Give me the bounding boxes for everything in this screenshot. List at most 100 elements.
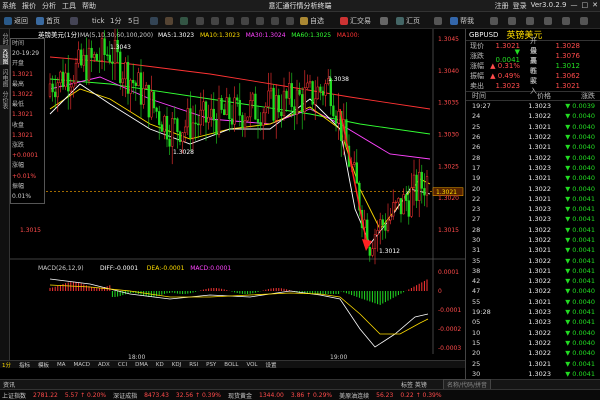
indicator-tab[interactable]: 指标 — [19, 361, 30, 369]
tick-price: 1.3022 — [528, 338, 551, 347]
star-icon — [300, 16, 308, 25]
tick-list[interactable]: 19:27 1.3023 ▼ 0.0039 24 1.3022 ▼ 0.0040 25 1.3… — [466, 101, 600, 379]
indicator-tab[interactable]: 模板 — [38, 361, 49, 369]
info-line: 0.01% — [12, 193, 32, 201]
candle-body — [121, 78, 124, 84]
menu-tools[interactable]: 工具 — [62, 1, 76, 11]
indicator-tab[interactable]: PSY — [206, 362, 216, 368]
indicator-tab[interactable]: 1分 — [2, 361, 11, 369]
menu-analysis[interactable]: 分析 — [42, 1, 56, 11]
help-button[interactable]: 帮我 — [450, 14, 474, 27]
tick-row: 19:28 1.3023 ▼ 0.0041 — [466, 307, 600, 317]
indicator-tab[interactable]: ADX — [98, 362, 110, 368]
menu-button[interactable] — [580, 14, 588, 27]
sidebar-item-timeshare[interactable]: 分时 — [0, 29, 9, 45]
minimize-icon[interactable]: — — [571, 1, 578, 11]
register-link[interactable]: 注册 — [495, 1, 509, 11]
menu-help[interactable]: 帮助 — [82, 1, 96, 11]
candle-body — [93, 54, 96, 58]
back-button[interactable]: 返回 — [4, 14, 28, 27]
indicator-tab[interactable]: RSI — [189, 362, 198, 368]
candle-body — [106, 54, 109, 56]
alert-button[interactable] — [544, 14, 552, 27]
indicator-tab[interactable]: 设置 — [266, 361, 277, 369]
tick-price: 1.3023 — [528, 163, 551, 172]
user-button[interactable] — [562, 14, 570, 27]
sidebar-item-flash[interactable]: 闪电图 — [0, 65, 9, 87]
tick-button[interactable]: tick — [92, 14, 105, 27]
chart-tool-9[interactable] — [271, 14, 279, 27]
candle-body — [233, 97, 236, 125]
tick-time: 31 — [472, 246, 481, 255]
quote-summary: 现价 1.3021 开盘 1.3028 涨跌 ▼ 0.0041 最高 1.3076 涨幅 ▲ 0.… — [466, 37, 600, 95]
candle-body — [282, 90, 286, 117]
favorites-button[interactable]: 自选 — [300, 14, 324, 27]
chart-tool-2[interactable] — [165, 14, 173, 27]
chart-tool-5[interactable] — [211, 14, 219, 27]
news-tab[interactable]: 资讯 — [3, 380, 15, 389]
candle-body — [168, 138, 171, 147]
kline-chart[interactable]: 英镑美元(1分) MA(5,10,30,60,100,200) MA5:1.30… — [10, 22, 465, 361]
chart-tool-4[interactable] — [196, 14, 204, 27]
candle-body — [259, 122, 262, 126]
quote-value: 1.3028 — [555, 42, 581, 50]
menu-system[interactable]: 系统 — [2, 1, 16, 11]
ticker-item: 上证指数 — [2, 392, 27, 400]
timeframe-1m[interactable]: 1分 — [110, 14, 121, 27]
news-button[interactable] — [526, 14, 534, 27]
indicator-tab[interactable]: MA — [57, 362, 66, 368]
tick-price: 1.3022 — [528, 112, 551, 121]
candle-body — [236, 97, 239, 101]
candle-body — [150, 91, 153, 118]
status-row: 资讯 标签 英镑 名称/代码/拼音 — [0, 379, 600, 390]
candle-body — [176, 118, 179, 133]
chart-tool-8[interactable] — [256, 14, 264, 27]
tick-change: ▼ 0.0041 — [565, 266, 595, 275]
tick-time: 23 — [472, 205, 481, 214]
close-icon[interactable]: ✕ — [592, 1, 598, 11]
chart-tool-10[interactable] — [286, 14, 294, 27]
sidebar-item-kline[interactable]: K线图 — [0, 45, 9, 65]
tag-label[interactable]: 标签 英镑 — [401, 380, 427, 389]
home-button[interactable]: 首页 — [36, 14, 60, 27]
macd-tick: 0 — [438, 288, 442, 295]
indicator-tab[interactable]: MACD — [74, 362, 91, 368]
fx-page-button[interactable]: 汇页 — [396, 14, 420, 27]
chart-tool-1[interactable] — [150, 14, 158, 27]
candle-body — [293, 106, 296, 115]
indicator-tab[interactable]: KDJ — [172, 362, 181, 368]
phone-button[interactable] — [508, 14, 516, 27]
chat-button[interactable] — [490, 14, 498, 27]
five-day-button[interactable]: 5日 — [128, 14, 139, 27]
login-link[interactable]: 登录 — [513, 1, 527, 11]
candle-body — [74, 62, 78, 84]
tick-price: 1.3022 — [528, 225, 551, 234]
maximize-icon[interactable]: □ — [582, 1, 589, 11]
indicator-tab[interactable]: KD — [156, 362, 164, 368]
settings-button[interactable] — [380, 14, 388, 27]
refresh-button[interactable] — [434, 14, 442, 27]
info-line: 1.3021 — [12, 111, 33, 119]
tick-change: ▼ 0.0040 — [565, 153, 595, 162]
tick-time: 42 — [472, 277, 481, 286]
indicator-tab[interactable]: BOLL — [224, 362, 238, 368]
chart-tool-3[interactable] — [180, 14, 188, 27]
indicator-tab[interactable]: CCI — [118, 362, 127, 368]
sidebar-item-price-table[interactable]: 分价表 — [0, 87, 9, 109]
grid-icon — [70, 16, 78, 25]
candle-body — [267, 90, 270, 107]
quote-value: 1.3012 — [555, 62, 581, 70]
price-tick: 1.3045 — [438, 36, 459, 43]
indicator-tab[interactable]: DMA — [135, 362, 148, 368]
tick-time: 24 — [472, 112, 481, 121]
candle-body — [412, 174, 416, 188]
layout-button[interactable] — [70, 14, 78, 27]
menu-quote[interactable]: 报价 — [22, 1, 36, 11]
candle-body — [186, 108, 189, 128]
chart-tool-6[interactable] — [226, 14, 234, 27]
fx-trade-button[interactable]: 汇交易 — [340, 14, 371, 27]
quote-label: 卖出 — [470, 82, 484, 90]
chart-area[interactable]: 英镑美元(1分) MA(5,10,30,60,100,200) MA5:1.30… — [10, 22, 465, 361]
chart-tool-7[interactable] — [241, 14, 249, 27]
indicator-tab[interactable]: VOL — [246, 362, 257, 368]
